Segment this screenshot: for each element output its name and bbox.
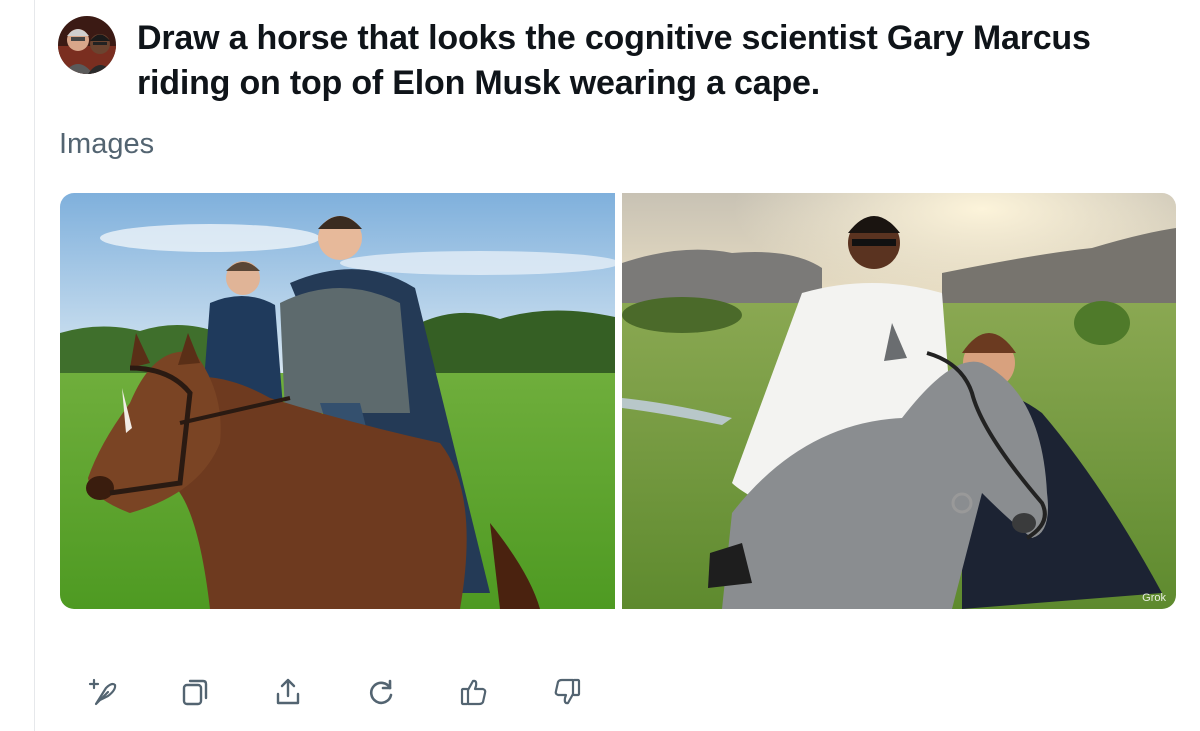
generated-image-1-graphic (60, 193, 615, 609)
action-bar (76, 666, 634, 718)
thumbs-up-icon (460, 679, 487, 706)
generated-image-1[interactable] (60, 193, 615, 609)
copy-icon (182, 679, 208, 706)
regenerate-button[interactable] (355, 666, 407, 718)
share-button[interactable] (262, 666, 314, 718)
thumbs-down-icon (554, 678, 581, 705)
image-watermark: Grok (1142, 592, 1166, 604)
regenerate-icon (370, 679, 393, 705)
left-divider (34, 0, 35, 731)
sparkle-feather-icon (88, 678, 117, 706)
prompt-text: Draw a horse that looks the cognitive sc… (137, 19, 1091, 102)
generated-image-2[interactable]: Grok (622, 193, 1176, 609)
edit-image-button[interactable] (76, 666, 128, 718)
copy-button[interactable] (169, 666, 221, 718)
images-section-label: Images (59, 128, 155, 160)
thumbs-down-button[interactable] (541, 666, 593, 718)
generated-image-2-graphic (622, 193, 1176, 609)
thumbs-up-button[interactable] (448, 666, 500, 718)
share-icon (276, 678, 300, 705)
avatar[interactable] (58, 16, 116, 74)
